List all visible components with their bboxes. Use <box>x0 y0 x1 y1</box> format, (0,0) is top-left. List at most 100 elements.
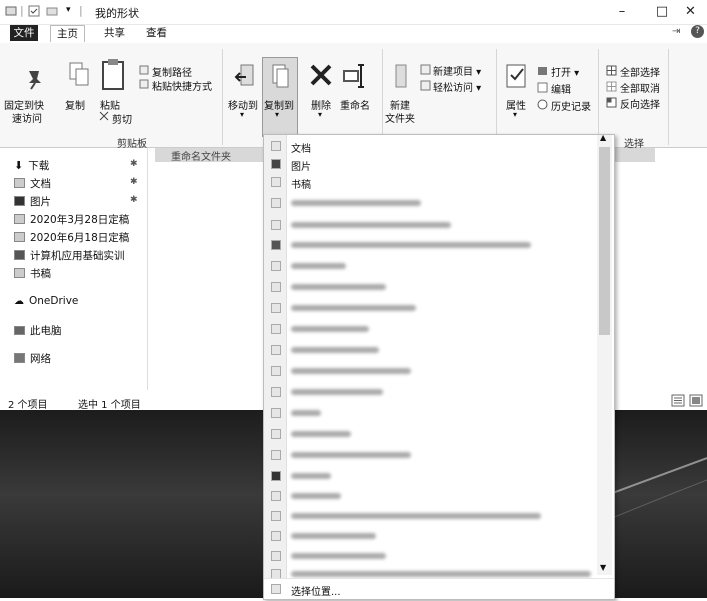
dropdown-item-blurred[interactable] <box>264 505 594 527</box>
nav-item-folder[interactable]: 2020年6月18日定稿 <box>14 230 142 245</box>
dropdown-item-blurred[interactable] <box>264 423 594 445</box>
collapse-ribbon-icon[interactable]: ⇥ <box>672 26 680 37</box>
scroll-down-icon[interactable]: ▼ <box>600 563 606 572</box>
history-button[interactable]: 历史记录 <box>551 98 591 113</box>
dropdown-item-blurred[interactable] <box>264 360 594 382</box>
dropdown-item-label: 书稿 <box>291 180 311 191</box>
copy-path-button[interactable]: 复制路径 <box>152 64 192 79</box>
folder-icon <box>271 198 281 208</box>
invert-selection-icon <box>606 97 617 108</box>
computer-icon <box>14 326 25 335</box>
properties-icon <box>506 64 526 88</box>
close-button[interactable]: ✕ <box>674 0 707 24</box>
picture-icon <box>271 159 281 169</box>
minimize-button[interactable]: – <box>602 0 642 24</box>
copy-button[interactable]: 复制 <box>65 97 85 112</box>
blurred-label <box>291 284 386 290</box>
dropdown-item-blurred[interactable] <box>264 318 594 340</box>
dropdown-item-blurred[interactable] <box>264 402 594 424</box>
folder-icon <box>271 511 281 521</box>
cut-button[interactable]: 剪切 <box>112 111 132 126</box>
nav-item-onedrive[interactable]: ☁ OneDrive <box>14 295 144 307</box>
dropdown-item-manuscripts[interactable]: 书稿 <box>264 171 594 193</box>
select-all-button[interactable]: 全部选择 <box>620 64 660 79</box>
dropdown-item-blurred[interactable] <box>264 465 594 487</box>
nav-item-documents[interactable]: 文档 <box>14 176 144 191</box>
dropdown-item-blurred[interactable] <box>264 192 594 214</box>
app-icon <box>5 6 17 16</box>
easy-access-button[interactable]: 轻松访问 ▾ <box>433 79 481 94</box>
nav-item-pictures[interactable]: 图片 <box>14 194 144 209</box>
group-divider <box>496 49 497 145</box>
edit-icon <box>537 82 548 93</box>
folder-icon[interactable] <box>46 5 58 17</box>
paste-icon <box>102 59 124 90</box>
nav-item-folder[interactable]: 书稿 <box>14 266 144 281</box>
dropdown-item-blurred[interactable] <box>264 276 594 298</box>
tab-share[interactable]: 共享 <box>98 25 131 41</box>
select-all-icon <box>606 65 617 76</box>
blurred-label <box>291 242 531 248</box>
folder-icon <box>271 408 281 418</box>
folder-icon <box>14 214 25 224</box>
nav-item-label: 图片 <box>30 196 51 208</box>
checkbox-icon[interactable] <box>28 5 40 17</box>
help-icon[interactable]: ? <box>691 25 704 38</box>
group-divider <box>668 49 669 145</box>
folder-icon <box>271 261 281 271</box>
dropdown-item-blurred[interactable] <box>264 444 594 466</box>
nav-item-label: 此电脑 <box>30 325 62 337</box>
new-item-icon <box>420 64 431 75</box>
scrollbar-thumb[interactable] <box>599 147 610 335</box>
blurred-label <box>291 571 591 577</box>
tab-view[interactable]: 查看 <box>140 25 173 41</box>
rename-button[interactable]: 重命名 <box>340 97 370 112</box>
ribbon-tabs: 文件 主页 共享 查看 ⇥ ? <box>0 24 707 42</box>
window-title: 我的形状 <box>95 7 139 20</box>
dropdown-item-blurred[interactable] <box>264 234 594 256</box>
dropdown-scrollbar[interactable]: ▲ ▼ <box>597 133 612 575</box>
scroll-up-icon[interactable]: ▲ <box>600 133 606 142</box>
large-icons-view-icon[interactable] <box>689 394 703 407</box>
invert-selection-button[interactable]: 反向选择 <box>620 96 660 111</box>
new-folder-icon <box>395 64 407 88</box>
folder-icon <box>271 387 281 397</box>
title-bar: | ▾ | 我的形状 – □ ✕ <box>0 0 707 25</box>
blurred-label <box>291 368 411 374</box>
edit-button[interactable]: 编辑 <box>551 81 571 96</box>
properties-dropdown-icon[interactable]: ▾ <box>513 110 517 119</box>
nav-item-folder[interactable]: 计算机应用基础实训 <box>14 248 142 263</box>
dropdown-item-blurred[interactable] <box>264 297 594 319</box>
nav-item-downloads[interactable]: ⬇ 下载 <box>14 158 144 173</box>
delete-dropdown-icon[interactable]: ▾ <box>318 110 322 119</box>
nav-item-network[interactable]: 网络 <box>14 351 144 366</box>
nav-item-this-pc[interactable]: 此电脑 <box>14 323 144 338</box>
download-arrow-icon: ⬇ <box>14 159 24 172</box>
dropdown-item-blurred[interactable] <box>264 255 594 277</box>
dropdown-item-blurred[interactable] <box>264 485 594 507</box>
new-item-button[interactable]: 新建项目 ▾ <box>433 63 481 78</box>
choose-location-item[interactable]: 选择位置... <box>264 578 614 599</box>
tab-file[interactable]: 文件 <box>10 25 38 41</box>
qat-separator: | <box>20 4 24 17</box>
document-icon <box>14 178 25 188</box>
move-to-dropdown-icon[interactable]: ▾ <box>240 110 244 119</box>
paste-shortcut-button[interactable]: 粘贴快捷方式 <box>152 78 212 93</box>
nav-item-folder[interactable]: 2020年3月28日定稿 <box>14 212 142 227</box>
dropdown-item-blurred[interactable] <box>264 214 594 236</box>
open-button[interactable]: 打开 ▾ <box>551 64 579 79</box>
dropdown-item-blurred[interactable] <box>264 339 594 361</box>
tab-home[interactable]: 主页 <box>50 25 85 42</box>
new-folder-label: 文件夹 <box>385 114 415 125</box>
dropdown-item-blurred[interactable] <box>264 525 594 547</box>
nav-item-label: OneDrive <box>29 295 79 307</box>
details-view-icon[interactable] <box>671 394 685 407</box>
network-icon <box>14 353 25 363</box>
folder-icon <box>14 268 25 278</box>
selected-count: 选中 1 个项目 <box>78 400 141 411</box>
qat-dropdown-icon[interactable]: ▾ <box>66 5 71 15</box>
pin-quick-access-label: 速访问 <box>12 114 42 125</box>
dropdown-item-blurred[interactable] <box>264 381 594 403</box>
select-none-button[interactable]: 全部取消 <box>620 80 660 95</box>
copy-to-dropdown-icon[interactable]: ▾ <box>275 110 279 119</box>
